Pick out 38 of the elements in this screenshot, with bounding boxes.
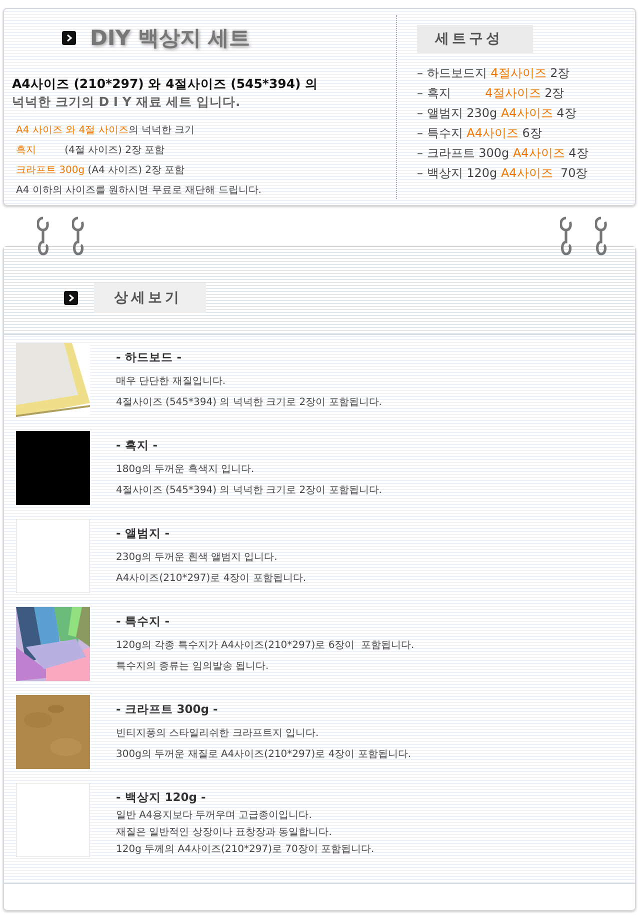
intro-text: A4사이즈 (210*297) 와 4절사이즈 (545*394) 의 [12,75,320,93]
item-text: 특수지의 종류는 임의발송 됩니다. [116,660,270,674]
note-text: 흑지 (4절 사이즈) 2장 포함 [16,144,166,158]
item-title: - 앨범지 - [116,526,171,541]
item-text: 4절사이즈 (545*394) 의 넉넉한 크기로 2장이 포함됩니다. [116,484,382,498]
page-title: DIY 백상지 세트 [90,25,250,52]
intro-text: 넉넉한 크기의 D I Y 재료 세트 입니다. [12,93,242,111]
binder-ring [37,216,49,256]
item-title: - 특수지 - [116,614,171,629]
set-item: – 앨범지 230g A4사이즈 4장 [417,105,578,122]
note-text: A4 사이즈 와 4절 사이즈의 넉넉한 크기 [16,124,196,138]
set-item: – 특수지 A4사이즈 6장 [417,125,543,142]
item-title: - 크라프트 300g - [116,702,219,717]
item-text: 4절사이즈 (545*394) 의 넉넉한 크기로 2장이 포함됩니다. [116,396,382,410]
item-text: 재질은 일반적인 상장이나 표창장과 동일합니다. [116,826,333,840]
set-item: – 백상지 120g A4사이즈 70장 [417,165,589,182]
item-text: 일반 A4용지보다 두꺼우며 고급종이입니다. [116,809,313,823]
item-text: 매우 단단한 재질입니다. [116,375,227,389]
binder-ring [72,216,84,256]
item-title: - 흑지 - [116,438,159,453]
item-title: - 하드보드 - [116,350,183,365]
note-text: A4 이하의 사이즈를 원하시면 무료로 재단해 드립니다. [16,184,262,198]
set-item: – 하드보드지 4절사이즈 2장 [417,65,571,82]
item-title: - 백상지 120g - [116,790,207,805]
item-text: 빈티지풍의 스타일리쉬한 크라프트지 입니다. [116,727,320,741]
section-heading: 상세보기 [94,282,206,312]
section-heading: 세트구성 [417,25,533,53]
set-item: – 흑지 4절사이즈 2장 [417,85,566,102]
item-text: 120g 두께의 A4사이즈(210*297)로 70장이 포함됩니다. [116,843,374,857]
note-text: 크라프트 300g (A4 사이즈) 2장 포함 [16,164,186,178]
binder-ring [595,216,607,256]
binder-ring [560,216,572,256]
item-text: 180g의 두꺼운 흑색지 입니다. [116,463,256,477]
item-text: 300g의 두꺼운 재질로 A4사이즈(210*297)로 4장이 포함됩니다. [116,748,412,762]
set-item: – 크라프트 300g A4사이즈 4장 [417,145,590,162]
item-text: 230g의 두꺼운 흰색 앨범지 입니다. [116,551,278,565]
item-text: 120g의 각종 특수지가 A4사이즈(210*297)로 6장이 포함됩니다. [116,639,414,653]
item-text: A4사이즈(210*297)로 4장이 포함됩니다. [116,572,306,586]
